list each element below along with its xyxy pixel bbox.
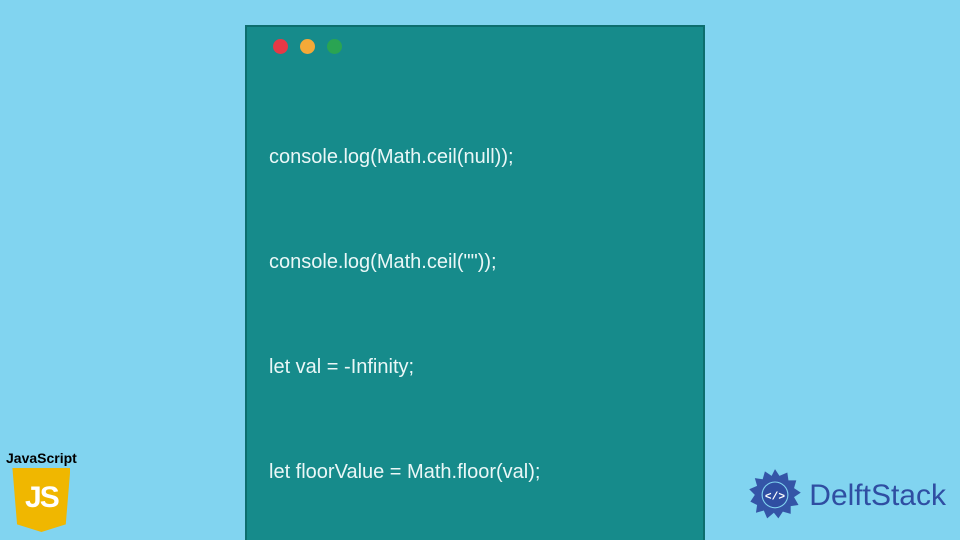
- code-block: console.log(Math.ceil(null)); console.lo…: [269, 70, 681, 540]
- delftstack-gear-icon: </>: [747, 468, 803, 524]
- maximize-icon: [327, 39, 342, 54]
- window-controls: [273, 39, 681, 54]
- javascript-label: JavaScript: [6, 450, 77, 466]
- code-line: console.log(Math.ceil(null));: [269, 140, 681, 175]
- delftstack-logo: </> DelftStack: [747, 468, 946, 524]
- code-window: console.log(Math.ceil(null)); console.lo…: [245, 25, 705, 540]
- delftstack-text: DelftStack: [809, 479, 946, 513]
- javascript-badge: JavaScript JS: [6, 450, 77, 532]
- svg-text:</>: </>: [765, 491, 785, 503]
- code-line: let val = -Infinity;: [269, 350, 681, 385]
- minimize-icon: [300, 39, 315, 54]
- close-icon: [273, 39, 288, 54]
- code-line: let floorValue = Math.floor(val);: [269, 455, 681, 490]
- javascript-shield-icon: JS: [12, 468, 70, 532]
- code-line: console.log(Math.ceil(""));: [269, 245, 681, 280]
- javascript-shield-text: JS: [25, 481, 58, 515]
